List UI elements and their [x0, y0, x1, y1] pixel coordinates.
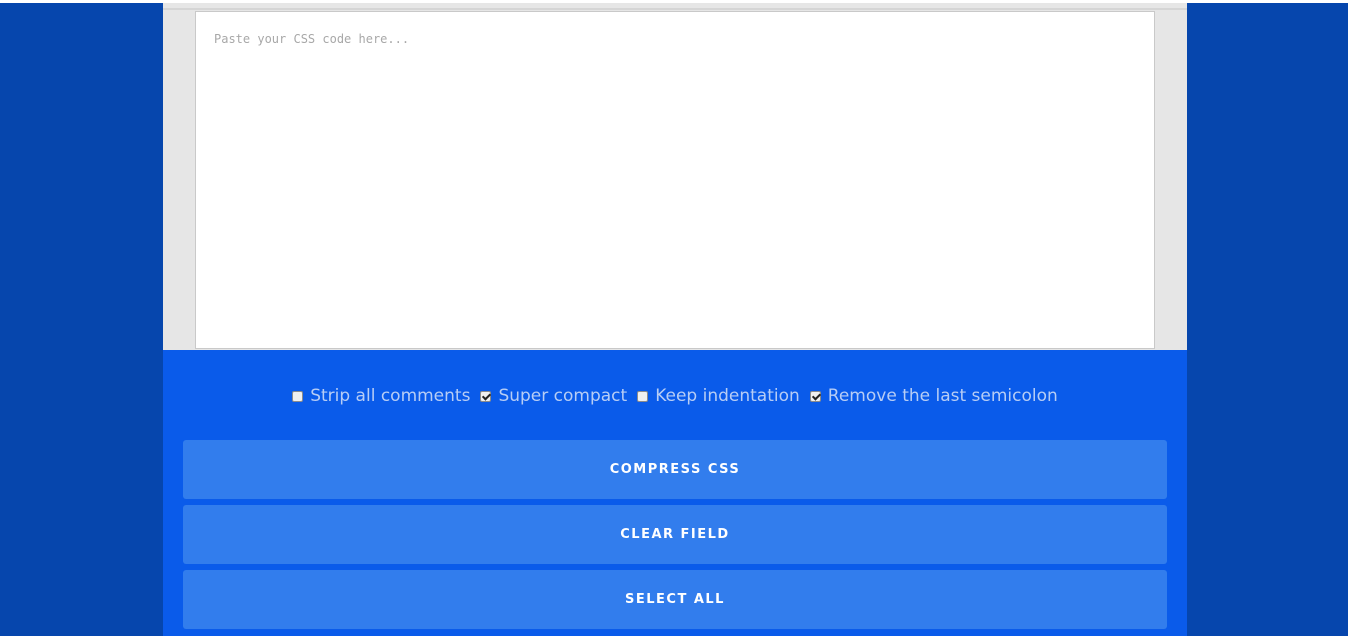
option-strip-comments[interactable]: Strip all comments: [292, 386, 470, 406]
editor-container: [163, 3, 1187, 350]
strip-comments-label: Strip all comments: [310, 386, 471, 406]
compressor-panel: Strip all comments Super compact Keep in…: [163, 3, 1187, 636]
super-compact-label: Super compact: [498, 386, 628, 406]
keep-indentation-checkbox[interactable]: [637, 390, 649, 402]
super-compact-checkbox[interactable]: [480, 390, 492, 402]
strip-comments-checkbox[interactable]: [292, 390, 304, 402]
remove-last-semicolon-checkbox[interactable]: [809, 390, 821, 402]
option-keep-indentation[interactable]: Keep indentation: [637, 386, 800, 406]
compress-css-button[interactable]: COMPRESS CSS: [183, 440, 1167, 499]
keep-indentation-label: Keep indentation: [655, 386, 800, 406]
option-super-compact[interactable]: Super compact: [480, 386, 627, 406]
remove-last-semicolon-label: Remove the last semicolon: [827, 386, 1058, 406]
clear-field-button[interactable]: CLEAR FIELD: [183, 505, 1167, 564]
editor-top-rule: [163, 8, 1187, 10]
compression-options: Strip all comments Super compact Keep in…: [163, 383, 1187, 409]
css-code-input[interactable]: [195, 11, 1155, 349]
option-remove-last-semicolon[interactable]: Remove the last semicolon: [809, 386, 1058, 406]
select-all-button[interactable]: SELECT ALL: [183, 570, 1167, 629]
